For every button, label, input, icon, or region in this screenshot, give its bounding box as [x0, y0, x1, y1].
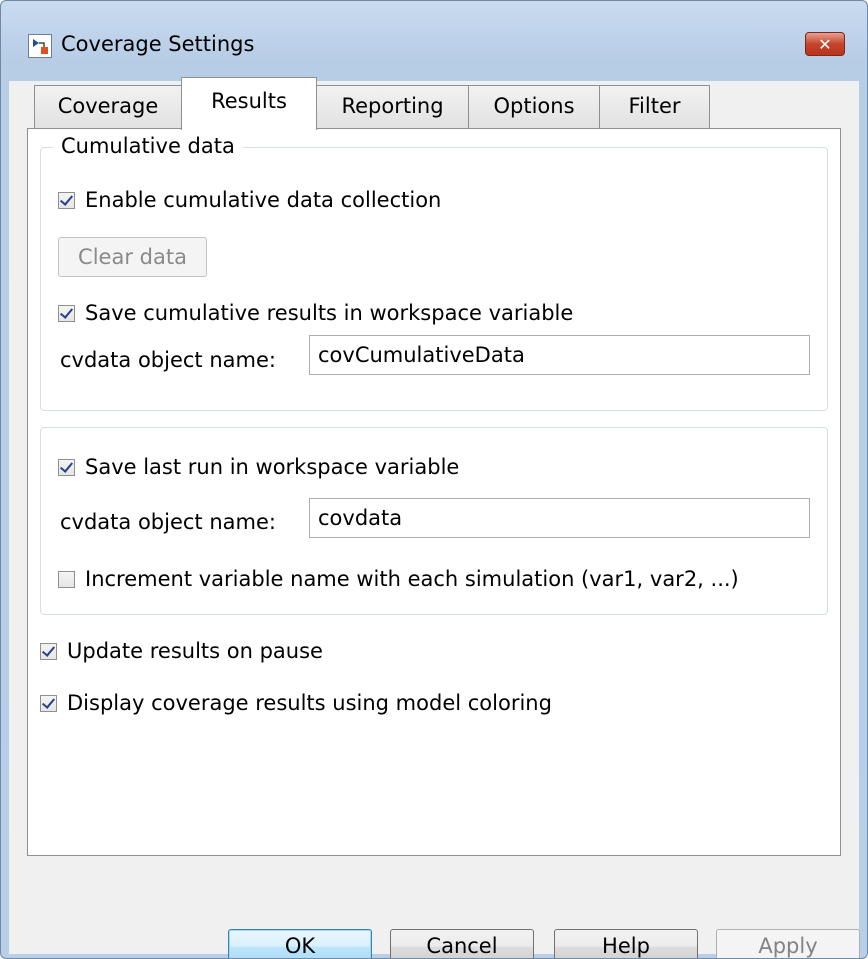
dialog-window: Coverage Settings ✕ Coverage Results Rep… [0, 0, 868, 959]
cumulative-data-group: Cumulative data Enable cumulative data c… [40, 134, 828, 411]
model-coloring-checkbox[interactable] [40, 694, 57, 712]
tab-results[interactable]: Results [181, 77, 317, 130]
update-on-pause-checkbox[interactable] [40, 642, 57, 660]
close-icon: ✕ [818, 34, 832, 54]
model-coloring-label: Display coverage results using model col… [67, 691, 552, 715]
update-on-pause-row[interactable]: Update results on pause [40, 639, 323, 663]
tab-coverage[interactable]: Coverage [34, 85, 182, 129]
title-bar[interactable]: Coverage Settings ✕ [1, 1, 867, 81]
increment-name-row[interactable]: Increment variable name with each simula… [58, 567, 739, 591]
update-on-pause-label: Update results on pause [67, 639, 323, 663]
save-last-run-row[interactable]: Save last run in workspace variable [58, 455, 459, 479]
results-tab-panel: Cumulative data Enable cumulative data c… [27, 128, 841, 856]
enable-cumulative-row[interactable]: Enable cumulative data collection [58, 188, 441, 212]
save-cumulative-row[interactable]: Save cumulative results in workspace var… [58, 301, 573, 325]
close-button[interactable]: ✕ [805, 32, 845, 56]
tab-filter[interactable]: Filter [599, 85, 710, 129]
last-run-name-label: cvdata object name: [60, 510, 276, 534]
save-last-run-checkbox[interactable] [58, 458, 75, 476]
save-last-run-label: Save last run in workspace variable [85, 455, 460, 479]
tab-options[interactable]: Options [468, 85, 600, 129]
simulink-app-icon [28, 34, 52, 58]
save-cumulative-label: Save cumulative results in workspace var… [85, 301, 574, 325]
enable-cumulative-checkbox[interactable] [58, 191, 75, 209]
tab-reporting[interactable]: Reporting [316, 85, 469, 129]
dialog-client-area: Coverage Results Reporting Options Filte… [9, 77, 860, 958]
cancel-button[interactable]: Cancel [390, 929, 534, 958]
help-button[interactable]: Help [554, 929, 698, 958]
model-coloring-row[interactable]: Display coverage results using model col… [40, 691, 552, 715]
last-run-group: Save last run in workspace variable cvda… [40, 427, 828, 615]
apply-button[interactable]: Apply [716, 929, 860, 958]
save-cumulative-checkbox[interactable] [58, 304, 75, 322]
increment-name-checkbox[interactable] [58, 570, 75, 588]
increment-name-label: Increment variable name with each simula… [85, 567, 739, 591]
window-title: Coverage Settings [61, 32, 255, 56]
clear-data-button[interactable]: Clear data [58, 237, 207, 277]
cumulative-name-input[interactable]: covCumulativeData [309, 335, 810, 375]
last-run-name-input[interactable]: covdata [309, 498, 810, 538]
cumulative-name-label: cvdata object name: [60, 348, 276, 372]
enable-cumulative-label: Enable cumulative data collection [85, 188, 442, 212]
cumulative-data-group-title: Cumulative data [53, 134, 243, 158]
ok-button[interactable]: OK [228, 929, 372, 958]
